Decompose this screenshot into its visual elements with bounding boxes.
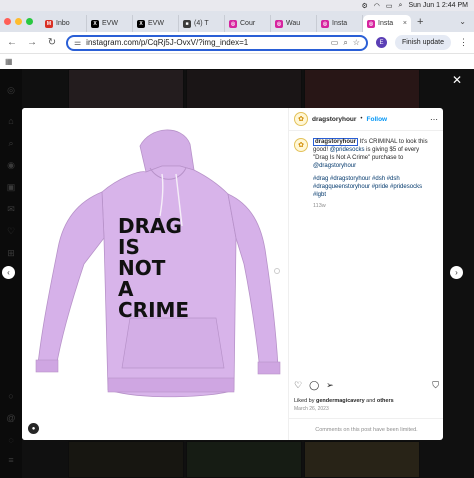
mention-pridesocks[interactable]: @pridesocks [330,147,365,153]
tab-favicon-icon: ◎ [275,19,283,28]
zoom-icon[interactable]: ⌕ [343,38,347,48]
post-side-panel: ✿ dragstoryhour • Follow ⋯ ✿ dragstoryho… [288,108,443,440]
browser-tab[interactable]: X EVW [133,15,179,32]
apps-grid-icon[interactable]: ▦ [5,57,13,66]
carousel-indicator [274,268,280,274]
tab-favicon-icon: ◎ [321,19,329,28]
browser-tab[interactable]: ■ (4) T [179,15,225,32]
comment-icon[interactable]: ◯ [309,380,319,391]
reload-icon[interactable]: ↻ [46,37,58,48]
tab-favicon-icon: X [91,19,99,28]
browser-tab[interactable]: M Inbo [41,15,87,32]
address-bar[interactable]: ⚌ instagram.com/p/CqRj5J-OvxV/?img_index… [66,34,368,51]
caption-text: dragstoryhour It's CRIMINAL to look this… [313,138,435,210]
author-avatar[interactable]: ✿ [294,112,308,126]
more-options-icon[interactable]: ⋯ [430,115,438,124]
tab-favicon-icon: M [45,19,53,28]
bookmarks-bar: ▦ [0,54,474,69]
caption-block: ✿ dragstoryhour It's CRIMINAL to look th… [289,131,443,217]
wifi-icon[interactable]: ◠ [374,2,380,10]
mention-dragstoryhour[interactable]: @dragstoryhour [313,163,356,169]
back-icon[interactable]: ← [6,37,18,48]
post-media[interactable]: DRAG IS NOT A CRIME ● [22,108,288,440]
tabs-container: M Inbo X EVW X EVW ■ (4) T ◎ Cour ◎ Wau ◎ Insta ◎ Insta… [41,11,411,32]
tab-label: (4) T [194,20,209,27]
next-post-button[interactable]: › [450,266,463,279]
post-modal: DRAG IS NOT A CRIME ● ✿ dragstoryhour • … [22,108,443,440]
profile-avatar[interactable]: E [375,37,387,48]
share-icon[interactable]: ➢ [326,380,334,391]
url-text[interactable]: instagram.com/p/CqRj5J-OvxV/?img_index=1 [86,38,326,47]
menubar-clock[interactable]: Sun Jun 1 2:44 PM [408,2,468,9]
post-date: March 26, 2023 [294,406,329,412]
tab-label: Cour [240,20,256,27]
new-tab-button[interactable]: + [417,16,423,28]
save-bookmark-icon[interactable]: ⛉ [432,380,439,391]
macos-menubar: ⚙ ◠ ▭ ⌕ Sun Jun 1 2:44 PM [0,0,474,11]
user-tag-icon[interactable]: ● [28,423,39,434]
like-heart-icon[interactable]: ♡ [294,380,302,391]
tab-search-icon[interactable]: ⌄ [459,17,466,26]
post-header: ✿ dragstoryhour • Follow ⋯ [289,108,443,131]
tab-label: Wau [286,20,301,27]
browser-toolbar: ← → ↻ ⚌ instagram.com/p/CqRj5J-OvxV/?img… [0,32,474,54]
minimize-window-button[interactable] [15,18,22,25]
tab-favicon-icon: ■ [183,19,191,28]
tab-label: EVW [102,20,118,27]
post-actions: ♡ ◯ ➢ ⛉ [289,380,443,391]
bookmark-star-icon[interactable]: ☆ [353,38,360,47]
browser-tab[interactable]: ◎ Insta × [363,15,411,32]
site-info-icon[interactable]: ⚌ [74,38,81,47]
install-app-icon[interactable]: ▭ [331,38,339,47]
comments-limited-notice: Comments on this post have been limited. [289,418,443,440]
browser-tab[interactable]: ◎ Cour [225,15,271,32]
tab-favicon-icon: ◎ [367,19,375,28]
tab-label: EVW [148,20,164,27]
follow-button[interactable]: Follow [367,116,388,123]
previous-post-button[interactable]: ‹ [2,266,15,279]
window-controls [4,18,33,25]
zoom-window-button[interactable] [26,18,33,25]
search-icon[interactable]: ⌕ [399,2,403,10]
forward-icon[interactable]: → [26,37,38,48]
author-username[interactable]: dragstoryhour [312,116,356,123]
browser-tab[interactable]: X EVW [87,15,133,32]
liked-by-prefix: Liked by [294,398,317,404]
tab-favicon-icon: ◎ [229,19,237,28]
liked-by-and: and [364,398,377,404]
separator-dot: • [360,116,363,122]
liked-by-user[interactable]: gendermagicavery [316,398,365,404]
tab-close-icon[interactable]: × [403,20,407,27]
tab-strip: M Inbo X EVW X EVW ■ (4) T ◎ Cour ◎ Wau ◎ Insta ◎ Insta… [0,11,474,32]
tab-label: Inbo [56,20,70,27]
tab-favicon-icon: X [137,19,145,28]
browser-tab[interactable]: ◎ Wau [271,15,317,32]
liked-by: Liked by gendermagicavery and others [294,398,394,404]
close-window-button[interactable] [4,18,11,25]
control-center-icon[interactable]: ⚙ [362,2,368,10]
browser-menu-icon[interactable]: ⋮ [459,37,468,48]
caption-avatar[interactable]: ✿ [294,138,308,152]
battery-icon[interactable]: ▭ [386,2,393,10]
close-icon[interactable]: ✕ [452,73,462,87]
hoodie-image [35,129,281,398]
tab-label: Insta [332,20,348,27]
liked-by-others[interactable]: others [377,398,394,404]
caption-username[interactable]: dragstoryhour [313,138,359,146]
hashtags[interactable]: #drag #dragstoryhour #dsh #dsh #dragquee… [313,175,435,199]
tab-label: Insta [378,20,394,27]
finish-update-button[interactable]: Finish update [394,35,451,50]
post-age: 113w [313,203,326,209]
browser-tab[interactable]: ◎ Insta [317,15,363,32]
